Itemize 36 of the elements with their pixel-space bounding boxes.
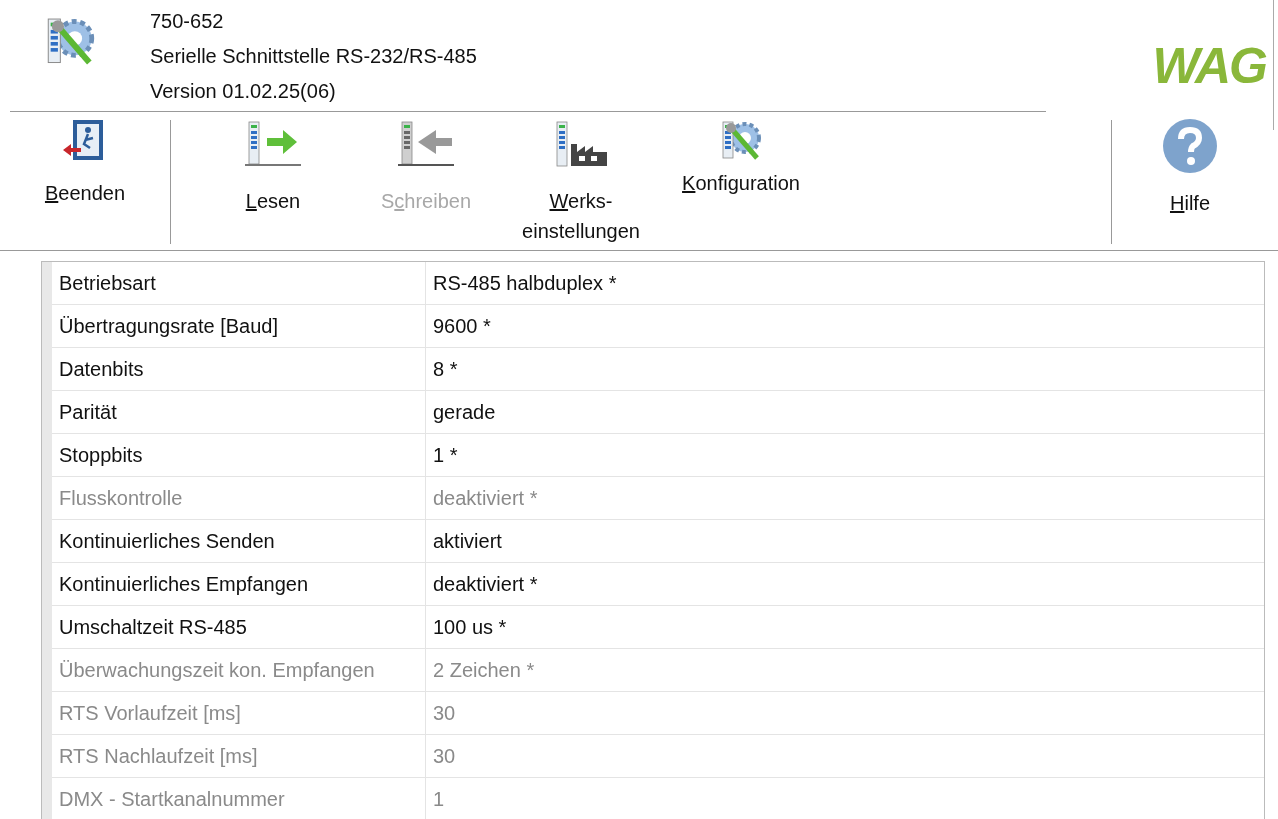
parameter-name: Kontinuierliches Senden (52, 520, 426, 562)
device-title: Serielle Schnittstelle RS-232/RS-485 (150, 44, 478, 69)
parameter-value[interactable]: 8 * (426, 348, 1264, 390)
parameter-value[interactable]: aktiviert (426, 520, 1264, 562)
parameter-name: RTS Nachlaufzeit [ms] (52, 735, 426, 777)
parameter-name: Umschaltzeit RS-485 (52, 606, 426, 648)
parameter-value: 1 (432, 787, 446, 812)
parameter-name: DMX - Startkanalnummer (52, 778, 426, 819)
parameter-name: Flusskontrolle (52, 477, 426, 519)
version-text: Version 01.02.25(06) (150, 79, 337, 104)
parameter-value[interactable]: 9600 * (426, 305, 1264, 347)
parameter-value[interactable]: deaktiviert * (426, 563, 1264, 605)
parameter-value[interactable]: gerade (426, 391, 1264, 433)
toolbar-button[interactable]: Werks-einstellungen (497, 112, 665, 250)
parameter-name: Datenbits (52, 348, 426, 390)
logo: WAG (1152, 40, 1266, 91)
toolbar-button[interactable]: Beenden (0, 112, 170, 250)
parameter-value: 30 (432, 744, 457, 769)
parameter-name: RTS Vorlaufzeit [ms] (52, 692, 426, 734)
parameter-value: deaktiviert * (432, 486, 539, 511)
parameter-value[interactable]: 1 * (426, 434, 1264, 476)
parameter-name: Kontinuierliches Empfangen (52, 563, 426, 605)
parameter-name: Parität (52, 391, 426, 433)
help-icon (1162, 118, 1218, 174)
help-button[interactable]: Hilfe (1112, 112, 1268, 250)
device-number: 750-652 (150, 9, 225, 34)
toolbar-button[interactable]: Konfiguration (665, 112, 817, 250)
parameter-value[interactable]: 100 us * (426, 606, 1264, 648)
toolbar-button[interactable]: Lesen (191, 112, 355, 250)
parameter-value: 2 Zeichen * (432, 658, 536, 683)
parameter-name: Stoppbits (52, 434, 426, 476)
parameter-value: 30 (432, 701, 457, 726)
parameter-name: Überwachungszeit kon. Empfangen (52, 649, 426, 691)
parameter-name: Betriebsart (52, 262, 426, 304)
parameter-value[interactable]: RS-485 halbduplex * (426, 262, 1264, 304)
parameter-name: Übertragungsrate [Baud] (52, 305, 426, 347)
